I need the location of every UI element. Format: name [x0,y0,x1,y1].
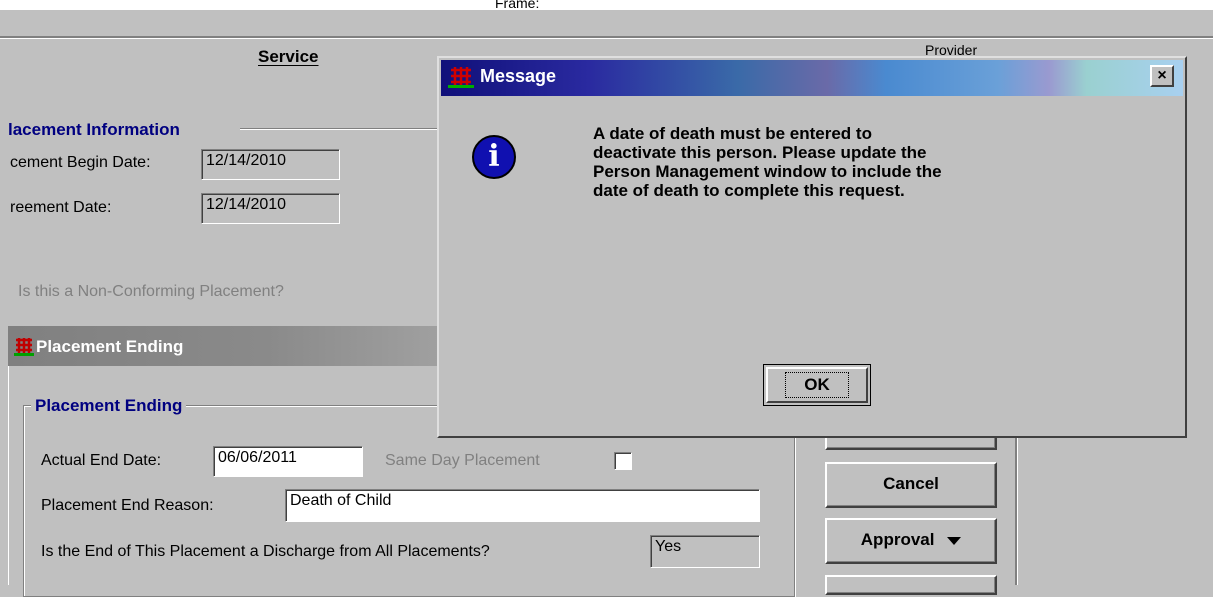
app-icon [14,336,34,361]
group-border [240,128,440,130]
cancel-button[interactable]: Cancel [825,462,997,508]
message-line: A date of death must be entered to [593,124,872,143]
actual-end-date-label: Actual End Date: [41,452,162,469]
message-line: Person Management window to include the [593,162,942,181]
placement-information-title: lacement Information [8,120,180,140]
nonconforming-label: Is this a Non-Conforming Placement? [18,283,284,300]
ok-button[interactable]: OK [763,364,871,406]
agreement-date-label: reement Date: [10,199,112,216]
dropdown-arrow-icon [947,521,962,561]
same-day-placement-label: Same Day Placement [385,452,540,469]
close-icon[interactable]: × [1150,65,1174,87]
discharge-field[interactable]: Yes [650,535,760,568]
top-strip [0,0,1213,10]
frame-label: Frame: [495,0,540,11]
actual-end-date-field[interactable]: 06/06/2011 [213,446,363,477]
message-dialog-title: Message [480,66,557,86]
end-reason-label: Placement End Reason: [41,497,214,514]
ok-button-face: OK [766,367,868,403]
message-line: date of death to complete this request. [593,181,905,200]
dialog-app-icon [448,65,474,94]
ok-button-label: OK [785,372,849,398]
begin-date-field[interactable]: 12/14/2010 [201,149,340,180]
tab-strip-line [0,36,1213,39]
begin-date-label: cement Begin Date: [10,154,151,171]
approval-button-label: Approval [860,530,935,549]
information-icon: i [472,135,516,179]
agreement-date-field[interactable]: 12/14/2010 [201,193,340,224]
placement-ending-group-title: Placement Ending [31,396,187,416]
approval-button[interactable]: Approval [825,518,997,564]
placement-ending-window-title: Placement Ending [36,337,184,356]
message-line: deactivate this person. Please update th… [593,143,927,162]
message-text: A date of death must be entered to deact… [593,124,1113,200]
extra-button[interactable] [825,575,997,595]
tab-service[interactable]: Service [258,47,319,67]
end-reason-field[interactable]: Death of Child [285,489,760,522]
same-day-placement-checkbox[interactable] [614,452,632,470]
discharge-label: Is the End of This Placement a Discharge… [41,543,490,560]
